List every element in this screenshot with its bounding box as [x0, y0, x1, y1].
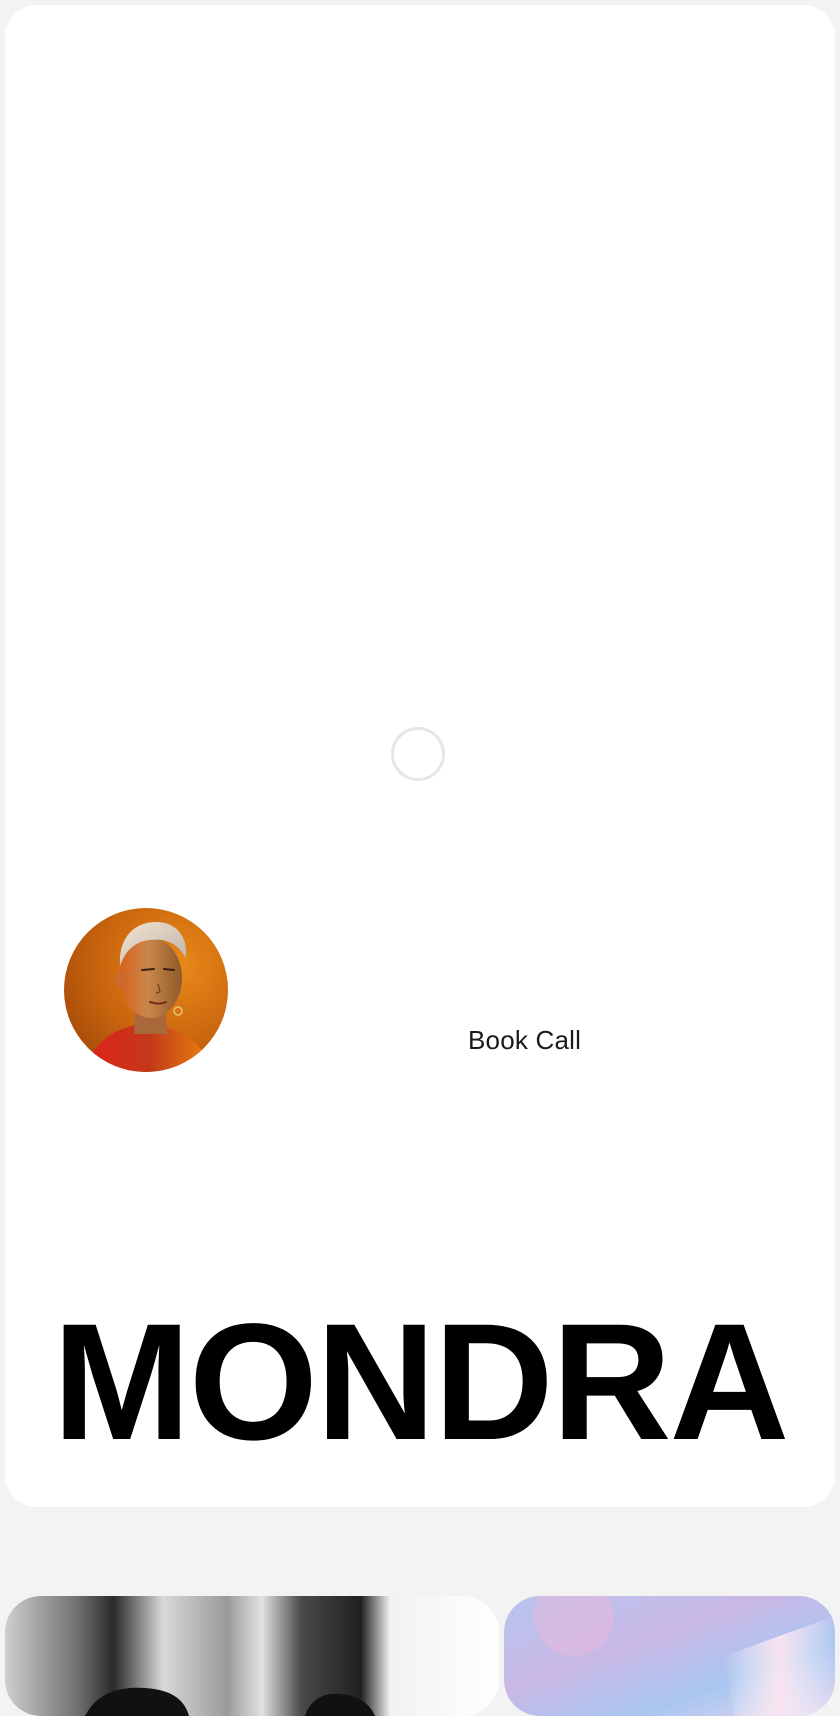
gradient-photo-image: [504, 1596, 835, 1716]
avatar: [64, 908, 228, 1072]
monochrome-photo-image: [5, 1596, 499, 1716]
brand-title: MONDRA: [52, 1290, 790, 1475]
loading-spinner-icon: [391, 727, 445, 781]
hero-card: Book Call MONDRA: [5, 5, 835, 1507]
photo-card-left[interactable]: [5, 1596, 499, 1716]
portrait-image: [64, 908, 228, 1072]
book-call-button[interactable]: Book Call: [468, 1023, 581, 1057]
photo-card-right[interactable]: [504, 1596, 835, 1716]
